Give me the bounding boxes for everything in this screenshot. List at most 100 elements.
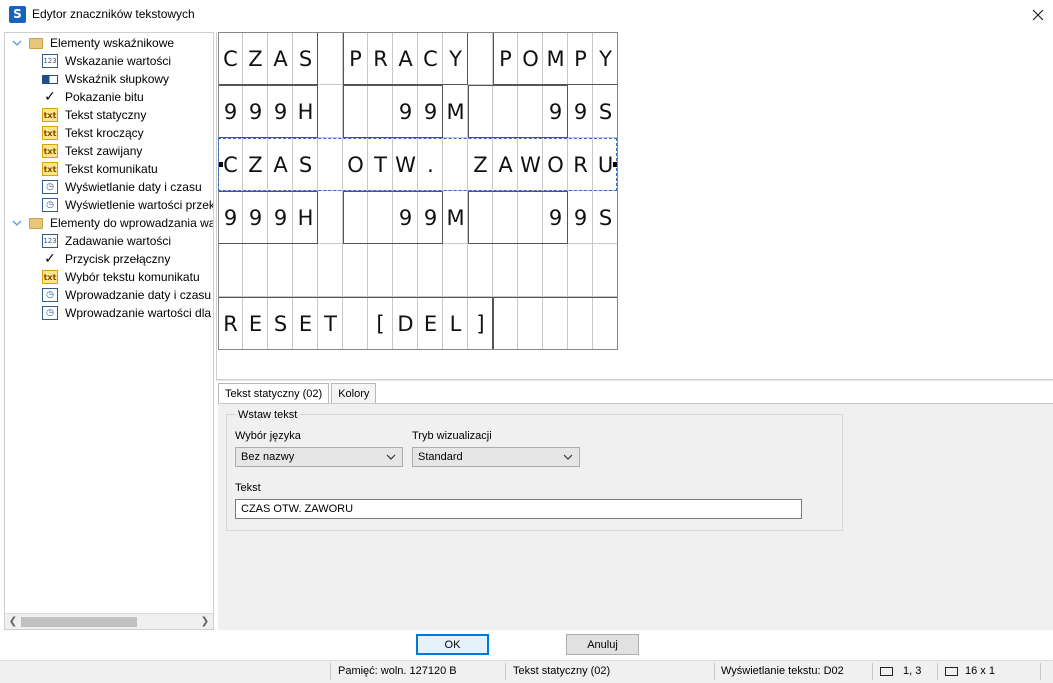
tree-item-label: Pokazanie bitu bbox=[65, 90, 144, 104]
text-label: Tekst bbox=[235, 482, 261, 494]
status-divider bbox=[872, 663, 873, 680]
text-input[interactable]: CZAS OTW. ZAWORU bbox=[235, 499, 802, 519]
window-title: Edytor znaczników tekstowych bbox=[32, 7, 195, 21]
tree-horizontal-scrollbar[interactable]: ❮ ❯ bbox=[5, 613, 213, 629]
close-button[interactable] bbox=[1023, 0, 1053, 30]
tab-content: Wstaw tekst Wybór języka Bez nazwy Tryb … bbox=[218, 403, 1053, 630]
mode-label: Tryb wizualizacji bbox=[412, 430, 492, 442]
close-icon bbox=[1032, 9, 1044, 21]
title-bar: S Edytor znaczników tekstowych bbox=[0, 0, 1053, 30]
tree-item-label: Tekst statyczny bbox=[65, 108, 147, 122]
chevron-down-icon[interactable] bbox=[11, 37, 23, 49]
language-select-value: Bez nazwy bbox=[241, 451, 295, 463]
wrapped-text-icon: txt bbox=[42, 144, 58, 158]
status-divider bbox=[330, 663, 331, 680]
resize-handle-left[interactable] bbox=[219, 162, 223, 167]
scrolling-text-icon: txt bbox=[42, 126, 58, 140]
tree-group[interactable]: Elementy do wprowadzania war bbox=[11, 214, 214, 232]
tab-colors[interactable]: Kolory bbox=[331, 383, 377, 403]
status-size: 16 x 1 bbox=[945, 665, 995, 677]
value-display-icon: ◷ bbox=[42, 198, 58, 212]
status-display: Wyświetlanie tekstu: D02 bbox=[721, 665, 844, 677]
toggle-button-icon: ✓ bbox=[44, 251, 56, 267]
group-label: Wstaw tekst bbox=[235, 409, 301, 421]
tree-group-label: Elementy do wprowadzania war bbox=[50, 216, 214, 230]
static-text-icon: txt bbox=[42, 108, 58, 122]
date-time-icon: ◷ bbox=[42, 180, 58, 194]
tree-item[interactable]: ◷ Wprowadzanie daty i czasu bbox=[42, 286, 211, 304]
tree-item-label: Wprowadzanie daty i czasu bbox=[65, 288, 212, 302]
tree-item-label: Przycisk przełączny bbox=[65, 252, 171, 266]
bar-indicator-icon bbox=[42, 74, 58, 84]
app-logo-icon: S bbox=[9, 6, 26, 23]
folder-icon bbox=[29, 217, 43, 229]
size-icon bbox=[945, 666, 958, 676]
folder-icon bbox=[29, 37, 43, 49]
tree-item-label: Wybór tekstu komunikatu bbox=[65, 270, 200, 284]
cancel-button[interactable]: Anuluj bbox=[566, 634, 639, 655]
chevron-down-icon bbox=[562, 451, 574, 463]
status-position-value: 1, 3 bbox=[903, 665, 922, 677]
chevron-down-icon[interactable] bbox=[11, 217, 23, 229]
tree-item[interactable]: ✓ Pokazanie bitu bbox=[42, 88, 144, 106]
tree-item-label: Tekst zawijany bbox=[65, 144, 143, 158]
status-size-value: 16 x 1 bbox=[965, 665, 995, 677]
tree-item[interactable]: txt Tekst statyczny bbox=[42, 106, 146, 124]
character-grid[interactable]: CZASPRACYPOMPY999H99M99SCZASOTW.ZAWORU99… bbox=[218, 32, 618, 350]
status-bar: Pamięć: woln. 127120 B Tekst statyczny (… bbox=[0, 660, 1053, 683]
tree-item-label: Wyświetlenie wartości przeka bbox=[65, 198, 214, 212]
tree-item[interactable]: 123 Zadawanie wartości bbox=[42, 232, 171, 250]
mode-select[interactable]: Standard bbox=[412, 447, 580, 467]
tab-static-text[interactable]: Tekst statyczny (02) bbox=[218, 383, 330, 404]
ok-button[interactable]: OK bbox=[416, 634, 489, 655]
tree-item[interactable]: ✓ Przycisk przełączny bbox=[42, 250, 170, 268]
tree-item-label: Wskazanie wartości bbox=[65, 54, 172, 68]
message-text-icon: txt bbox=[42, 162, 58, 176]
chevron-down-icon bbox=[385, 451, 397, 463]
scroll-left-icon[interactable]: ❮ bbox=[6, 615, 20, 629]
insert-text-group: Wstaw tekst Wybór języka Bez nazwy Tryb … bbox=[226, 409, 843, 531]
tree-item[interactable]: Wskaźnik słupkowy bbox=[42, 70, 169, 88]
tree-item-label: Wskaźnik słupkowy bbox=[65, 72, 170, 86]
tree-item[interactable]: 123 Wskazanie wartości bbox=[42, 52, 171, 70]
status-element: Tekst statyczny (02) bbox=[513, 665, 611, 677]
status-memory: Pamięć: woln. 127120 B bbox=[338, 665, 457, 677]
tree-group-label: Elementy wskaźnikowe bbox=[50, 36, 175, 50]
position-icon bbox=[880, 666, 893, 676]
display-border bbox=[218, 32, 618, 350]
tree-item[interactable]: txt Tekst komunikatu bbox=[42, 160, 158, 178]
element-tree[interactable]: ❮ ❯ Elementy wskaźnikowe 123 Wskazanie war… bbox=[4, 32, 214, 630]
tree-item-label: Wprowadzanie wartości dla p bbox=[65, 306, 214, 320]
mode-select-value: Standard bbox=[418, 451, 463, 463]
resize-handle-right[interactable] bbox=[613, 162, 617, 167]
scroll-right-icon[interactable]: ❯ bbox=[198, 615, 212, 629]
tree-item[interactable]: txt Tekst kroczący bbox=[42, 124, 144, 142]
language-label: Wybór języka bbox=[235, 430, 301, 442]
scroll-thumb[interactable] bbox=[21, 617, 137, 627]
status-divider bbox=[505, 663, 506, 680]
status-divider bbox=[937, 663, 938, 680]
selected-text-element[interactable] bbox=[218, 138, 617, 191]
tree-item[interactable]: txt Wybór tekstu komunikatu bbox=[42, 268, 200, 286]
tree-item-label: Zadawanie wartości bbox=[65, 234, 172, 248]
status-position: 1, 3 bbox=[880, 665, 921, 677]
tree-item[interactable]: ◷ Wyświetlanie daty i czasu bbox=[42, 178, 202, 196]
status-divider bbox=[714, 663, 715, 680]
tree-item-label: Wyświetlanie daty i czasu bbox=[65, 180, 202, 194]
tree-group[interactable]: Elementy wskaźnikowe bbox=[11, 34, 174, 52]
splitter[interactable] bbox=[216, 379, 1053, 381]
property-tabs: Tekst statyczny (02) Kolory bbox=[218, 383, 378, 404]
tree-item[interactable]: txt Tekst zawijany bbox=[42, 142, 142, 160]
numeric-input-icon: 123 bbox=[42, 234, 58, 248]
text-display-preview[interactable]: CZASPRACYPOMPY999H99M99SCZASOTW.ZAWORU99… bbox=[216, 32, 1053, 379]
numeric-display-icon: 123 bbox=[42, 54, 58, 68]
language-select[interactable]: Bez nazwy bbox=[235, 447, 403, 467]
status-divider bbox=[1040, 663, 1041, 680]
tree-item[interactable]: ◷ Wprowadzanie wartości dla p bbox=[42, 304, 214, 322]
date-time-input-icon: ◷ bbox=[42, 288, 58, 302]
value-input-icon: ◷ bbox=[42, 306, 58, 320]
tree-item-label: Tekst kroczący bbox=[65, 126, 144, 140]
checkmark-icon: ✓ bbox=[44, 89, 56, 105]
tree-item[interactable]: ◷ Wyświetlenie wartości przeka bbox=[42, 196, 214, 214]
message-select-icon: txt bbox=[42, 270, 58, 284]
